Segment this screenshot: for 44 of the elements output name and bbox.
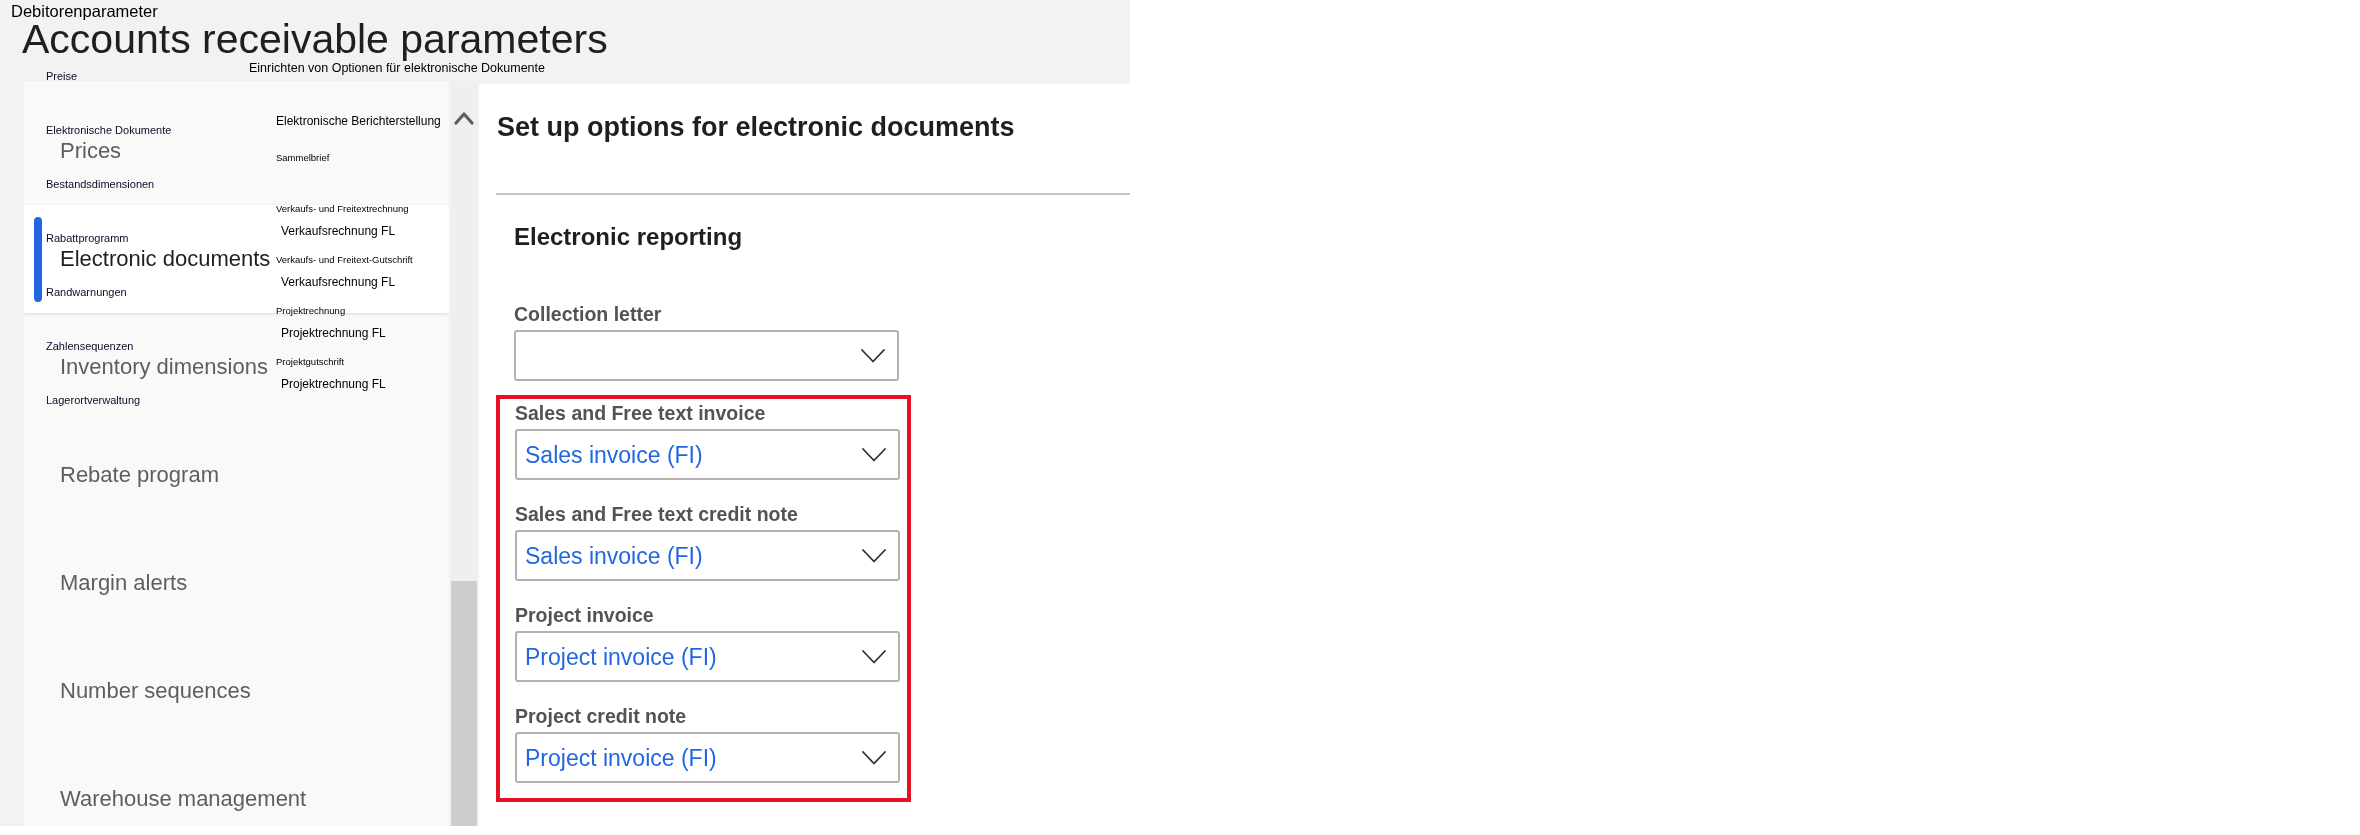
field-label: Collection letter <box>514 303 662 325</box>
translated-field-value: Projektrechnung FL <box>281 376 386 392</box>
translated-field-label: Sammelbrief <box>276 152 330 164</box>
translated-field-value: Verkaufsrechnung FL <box>281 223 396 239</box>
chevron-down-icon <box>862 447 886 462</box>
dropdown[interactable]: Sales invoice (FI) <box>515 429 900 480</box>
chevron-down-icon <box>862 649 886 664</box>
nav-item[interactable]: Margin alerts <box>60 570 188 596</box>
field-label: Project invoice <box>515 604 654 626</box>
translated-nav-label: Bestandsdimensionen <box>46 177 155 191</box>
dropdown[interactable]: Sales invoice (FI) <box>515 530 900 581</box>
chevron-up-icon[interactable] <box>454 111 474 125</box>
field-label: Project credit note <box>515 705 687 727</box>
dropdown[interactable]: Project invoice (FI) <box>515 631 900 682</box>
nav-item[interactable]: Warehouse management <box>60 786 307 812</box>
nav-item[interactable]: Number sequences <box>60 678 251 704</box>
translated-nav-label: Lagerortverwaltung <box>46 393 141 407</box>
page-heading: Set up options for electronic documents <box>497 111 1015 144</box>
translated-field-value: Projektrechnung FL <box>281 325 386 341</box>
nav-item[interactable]: Rebate program <box>60 462 219 488</box>
translated-nav-label: Zahlensequenzen <box>46 339 134 353</box>
dropdown[interactable] <box>514 330 899 381</box>
field-label: Sales and Free text invoice <box>515 402 766 424</box>
translated-field-label: Projektgutschrift <box>276 356 345 368</box>
translated-field-label: Verkaufs- und Freitext-Gutschrift <box>276 254 413 266</box>
translated-nav-label: Rabattprogramm <box>46 231 129 245</box>
selection-bar-icon <box>34 217 42 302</box>
translated-nav-label: Randwarnungen <box>46 285 127 299</box>
nav-item[interactable]: Inventory dimensions <box>60 354 268 380</box>
chevron-down-icon <box>861 348 885 363</box>
nav-item[interactable]: Prices <box>60 138 122 164</box>
chevron-down-icon <box>862 548 886 563</box>
chevron-down-icon <box>862 750 886 765</box>
scrollbar-thumb[interactable] <box>451 581 477 826</box>
section-heading: Electronic reporting <box>514 222 743 252</box>
translated-field-value: Verkaufsrechnung FL <box>281 274 396 290</box>
translated-nav-label: Elektronische Dokumente <box>46 123 172 137</box>
translated-nav-label: Preise <box>46 69 78 83</box>
dropdown[interactable]: Project invoice (FI) <box>515 732 900 783</box>
field-label: Sales and Free text credit note <box>515 503 798 525</box>
translated-subtitle: Einrichten von Optionen für elektronische Dokumente <box>249 61 545 75</box>
translated-section-title: Elektronische Berichterstellung <box>276 113 441 129</box>
translated-title: Debitorenparameter <box>11 2 158 20</box>
translated-field-label: Verkaufs- und Freitextrechnung <box>276 203 409 215</box>
